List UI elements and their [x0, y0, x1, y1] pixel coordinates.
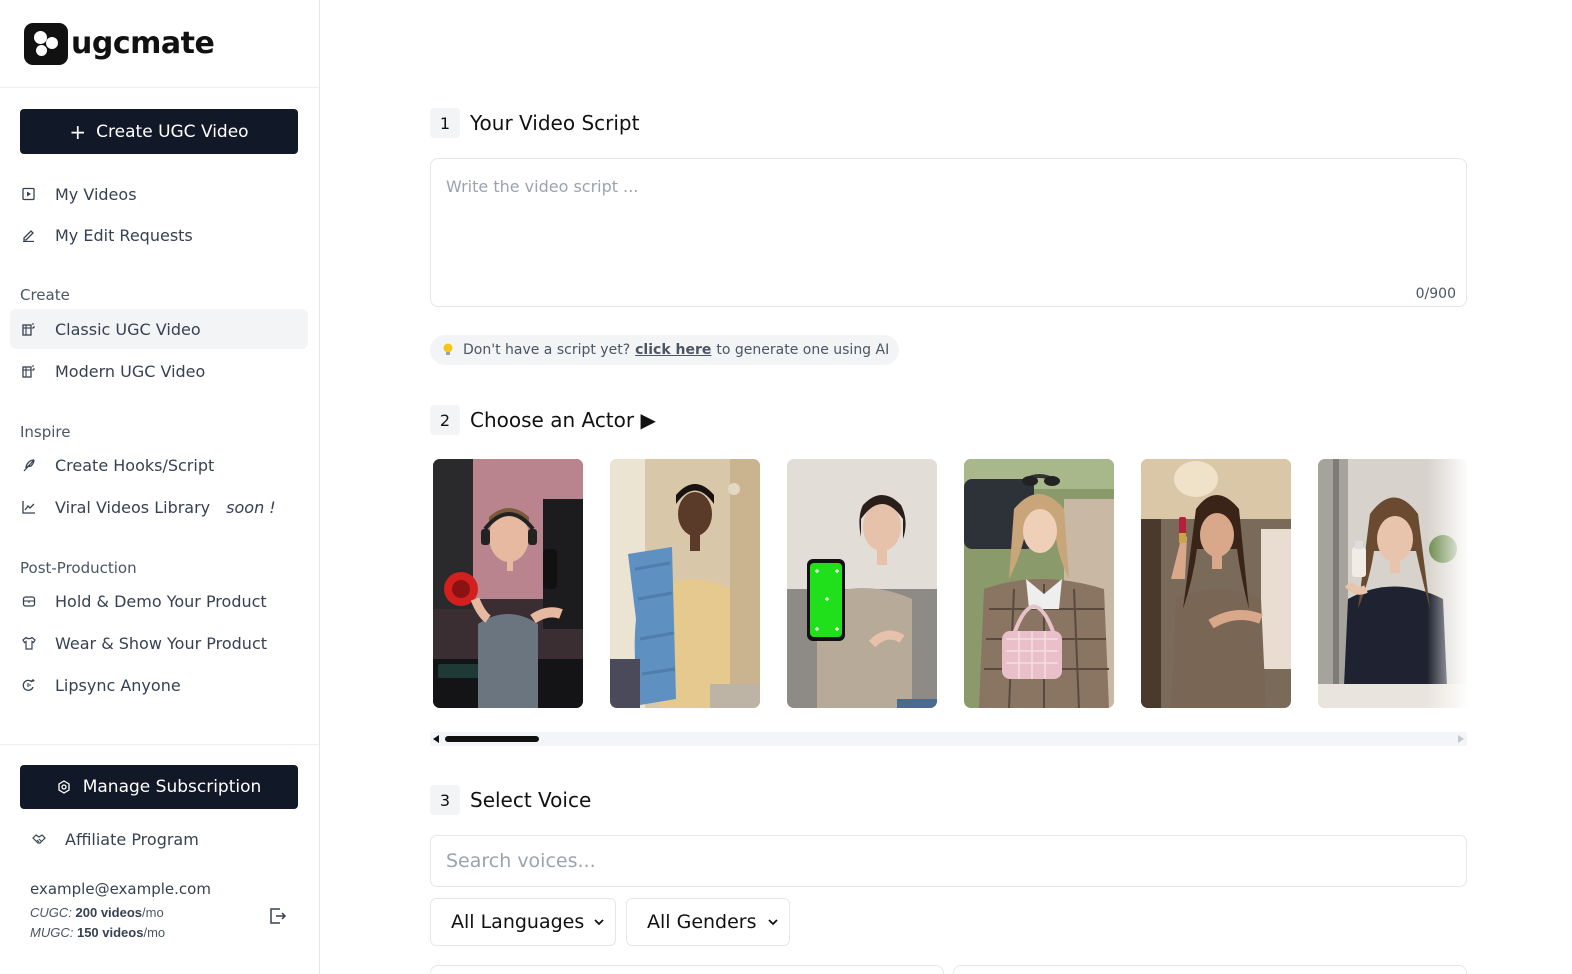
sidebar-item-classic-ugc-video[interactable]: Classic UGC Video — [10, 309, 308, 349]
hint-text-after: to generate one using AI — [716, 342, 890, 358]
step-number: 2 — [430, 405, 460, 435]
play-square-icon — [22, 187, 35, 201]
mugc-per: /mo — [143, 925, 166, 940]
actor-card[interactable] — [433, 459, 583, 708]
actor-card[interactable] — [610, 459, 760, 708]
sidebar-item-label: My Edit Requests — [55, 225, 193, 245]
cugc-quota: CUGC: 200 videos/mo — [30, 905, 164, 920]
sidebar-item-label: Classic UGC Video — [55, 319, 201, 339]
actor-carousel-scrollbar[interactable] — [430, 732, 1467, 746]
chevron-down-icon — [594, 919, 604, 926]
actor-card[interactable] — [787, 459, 937, 708]
lightbulb-icon — [443, 343, 453, 355]
voice-search-input[interactable] — [431, 836, 1466, 886]
sidebar-item-label: Wear & Show Your Product — [55, 633, 268, 653]
logo[interactable]: ugcmate — [0, 0, 319, 88]
step-voice-header: 3 Select Voice — [430, 785, 591, 815]
section-label-post-production: Post-Production — [20, 559, 137, 577]
step-script-header: 1 Your Video Script — [430, 108, 639, 138]
step-actor-header: 2 Choose an Actor ▶ — [430, 405, 656, 435]
sidebar-item-wear-show-product[interactable]: Wear & Show Your Product — [10, 623, 308, 663]
mugc-label: MUGC: — [30, 925, 74, 940]
voice-search-box — [430, 835, 1467, 887]
actor-carousel[interactable] — [430, 456, 1467, 712]
script-box: 0/900 — [430, 158, 1467, 307]
logo-icon — [24, 22, 68, 65]
mugc-quota: MUGC: 150 videos/mo — [30, 925, 165, 940]
scroll-thumb[interactable] — [445, 736, 539, 742]
sidebar-item-hold-demo-product[interactable]: Hold & Demo Your Product — [10, 581, 308, 621]
sidebar-item-my-videos[interactable]: My Videos — [10, 174, 308, 214]
generate-script-link[interactable]: click here — [635, 342, 711, 358]
sidebar-item-affiliate-program[interactable]: Affiliate Program — [20, 819, 308, 859]
section-label-inspire: Inspire — [20, 423, 71, 441]
cugc-value: 200 videos — [75, 905, 143, 920]
video-edit-icon — [22, 323, 35, 336]
feather-icon — [23, 459, 35, 472]
shirt-icon — [22, 636, 36, 650]
sidebar-item-label: Hold & Demo Your Product — [55, 591, 267, 611]
actor-thumbnail — [610, 459, 760, 708]
sidebar-item-viral-videos-library[interactable]: Viral Videos Library soon ! — [10, 487, 308, 527]
script-input[interactable] — [431, 159, 1466, 306]
sidebar: ugcmate + Create UGC Video My Videos My … — [0, 0, 320, 974]
sidebar-item-label: My Videos — [55, 184, 137, 204]
character-counter: 0/900 — [1415, 286, 1456, 302]
chevron-down-icon — [768, 919, 778, 926]
actor-thumbnail — [433, 459, 583, 708]
mugc-value: 150 videos — [76, 925, 144, 940]
video-edit-icon — [22, 365, 35, 378]
gender-select[interactable]: All Genders — [626, 898, 790, 946]
carousel-fade — [1427, 456, 1467, 712]
step-title: Choose an Actor ▶ — [470, 408, 656, 432]
script-hint: Don't have a script yet? click here to g… — [430, 335, 900, 365]
actor-thumbnail — [787, 459, 937, 708]
scroll-right-icon[interactable] — [1458, 735, 1464, 743]
sidebar-item-label: Modern UGC Video — [55, 361, 206, 381]
account-email: example@example.com — [30, 880, 211, 898]
plus-icon: + — [69, 119, 87, 144]
language-select-value: All Languages — [451, 911, 585, 933]
sidebar-item-label: Viral Videos Library — [55, 497, 211, 517]
actor-card[interactable] — [964, 459, 1114, 708]
sidebar-item-label: Create Hooks/Script — [55, 455, 215, 475]
lipsync-icon — [22, 679, 35, 691]
actor-thumbnail — [1141, 459, 1291, 708]
manage-subscription-label: Manage Subscription — [82, 777, 262, 797]
step-title: Your Video Script — [470, 111, 640, 135]
sidebar-item-label: Affiliate Program — [65, 829, 199, 849]
manage-subscription-button[interactable]: Manage Subscription — [20, 765, 298, 809]
sidebar-item-my-edit-requests[interactable]: My Edit Requests — [10, 215, 308, 255]
logout-icon[interactable] — [268, 906, 288, 926]
create-ugc-video-button[interactable]: + Create UGC Video — [20, 109, 298, 154]
gender-select-value: All Genders — [647, 911, 757, 933]
handshake-icon — [32, 834, 46, 844]
trend-icon — [22, 501, 35, 514]
voice-card[interactable] — [430, 965, 944, 974]
section-label-create: Create — [20, 286, 70, 304]
actor-card[interactable] — [1141, 459, 1291, 708]
cugc-label: CUGC: — [30, 905, 72, 920]
actor-thumbnail — [964, 459, 1114, 708]
sidebar-divider — [0, 744, 319, 745]
settings-icon — [58, 780, 70, 794]
sidebar-item-modern-ugc-video[interactable]: Modern UGC Video — [10, 351, 308, 391]
sidebar-item-lipsync-anyone[interactable]: Lipsync Anyone — [10, 665, 308, 705]
box-icon — [22, 596, 36, 607]
soon-badge: soon ! — [226, 497, 276, 517]
sidebar-item-label: Lipsync Anyone — [55, 675, 181, 695]
scroll-left-icon[interactable] — [433, 735, 439, 743]
pencil-icon — [23, 230, 34, 242]
step-number: 3 — [430, 785, 460, 815]
create-ugc-video-label: Create UGC Video — [96, 121, 249, 142]
voice-card[interactable] — [953, 965, 1467, 974]
step-number: 1 — [430, 108, 460, 138]
hint-text-before: Don't have a script yet? — [463, 342, 631, 358]
cugc-per: /mo — [142, 905, 164, 920]
brand-name: ugcmate — [71, 26, 215, 61]
language-select[interactable]: All Languages — [430, 898, 616, 946]
step-title: Select Voice — [470, 788, 592, 812]
sidebar-item-create-hooks-script[interactable]: Create Hooks/Script — [10, 445, 308, 485]
